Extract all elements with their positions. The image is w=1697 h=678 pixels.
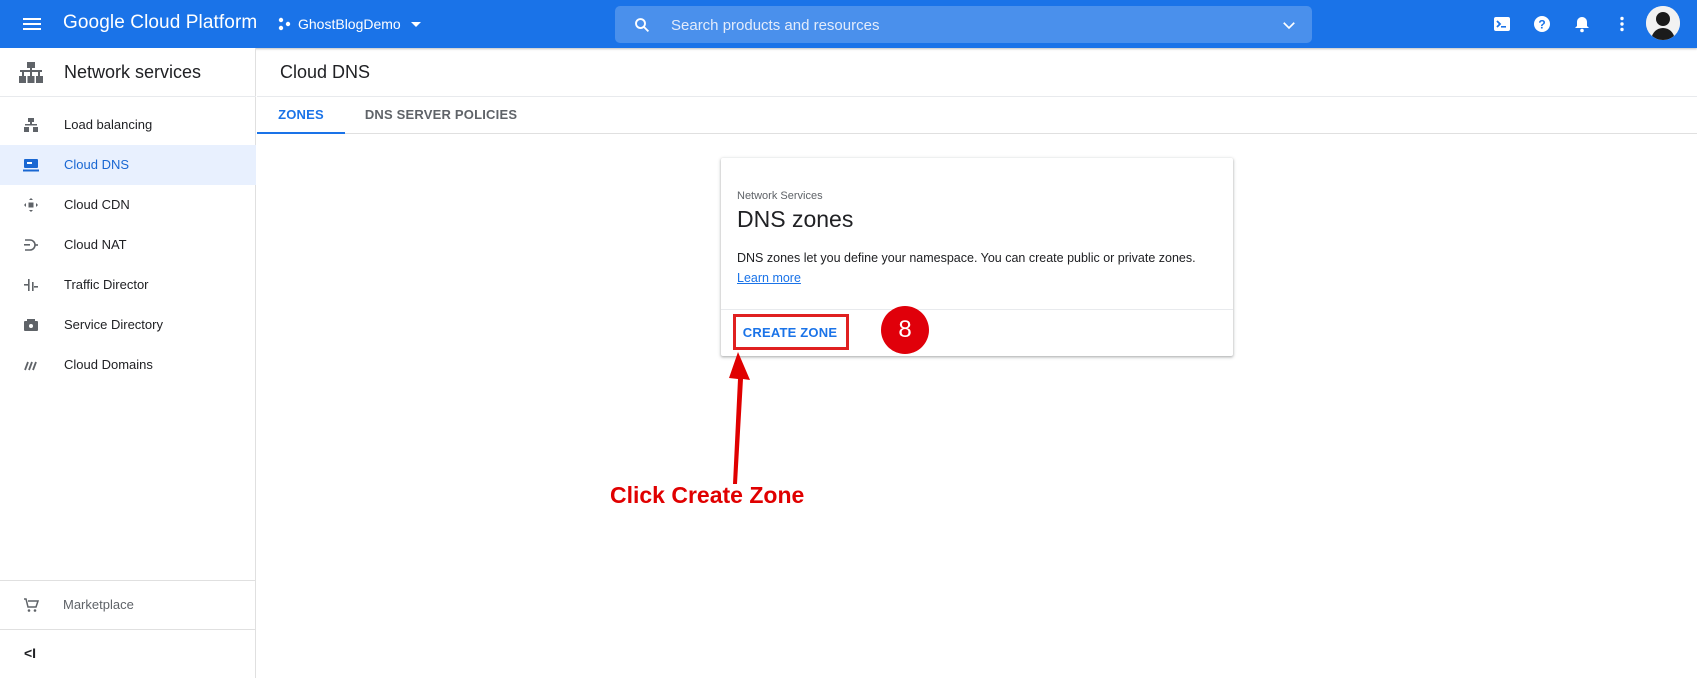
collapse-sidebar-button[interactable]: <I — [0, 629, 256, 678]
card-description: DNS zones let you define your namespace.… — [737, 251, 1196, 265]
search-bar[interactable] — [615, 6, 1312, 43]
load-balancing-icon — [24, 118, 38, 132]
cdn-icon — [24, 198, 38, 212]
expand-icon[interactable] — [1280, 16, 1298, 34]
chevron-down-icon — [410, 21, 421, 27]
project-name: GhostBlogDemo — [298, 16, 401, 32]
card-eyebrow: Network Services — [737, 190, 823, 202]
sidebar-item-label: Marketplace — [63, 597, 134, 612]
avatar[interactable] — [1646, 6, 1680, 40]
sidebar-item-marketplace[interactable]: Marketplace — [0, 580, 256, 628]
service-directory-icon — [24, 319, 38, 331]
sidebar-title: Network services — [64, 62, 202, 82]
annotation-text: Click Create Zone — [610, 482, 805, 508]
menu-icon[interactable] — [20, 12, 44, 36]
search-input[interactable] — [671, 14, 1231, 36]
sidebar-item-cloud-domains[interactable]: Cloud Domains — [0, 345, 256, 385]
sidebar-item-load-balancing[interactable]: Load balancing — [0, 105, 256, 145]
page-header: Cloud DNS — [257, 48, 1697, 97]
dns-icon — [23, 159, 39, 172]
annotation-arrow — [729, 352, 750, 484]
svg-text:?: ? — [1538, 18, 1545, 32]
help-icon[interactable]: ? — [1529, 11, 1555, 37]
sidebar-item-label: Cloud DNS — [64, 157, 130, 172]
sidebar-item-label: Service Directory — [64, 317, 163, 332]
sidebar-item-service-directory[interactable]: Service Directory — [0, 305, 256, 345]
project-selector[interactable]: GhostBlogDemo — [278, 14, 421, 34]
sidebar-item-label: Load balancing — [64, 117, 153, 132]
search-icon — [635, 18, 650, 33]
traffic-director-icon — [24, 279, 38, 291]
learn-more-link[interactable]: Learn more — [737, 271, 801, 285]
sidebar-item-label: Cloud Domains — [64, 357, 153, 372]
sidebar-header: Network services — [0, 48, 256, 97]
cart-icon — [24, 598, 39, 612]
more-vert-icon[interactable] — [1609, 11, 1635, 37]
card-title: DNS zones — [737, 206, 854, 232]
sidebar-item-cloud-cdn[interactable]: Cloud CDN — [0, 185, 256, 225]
page-title: Cloud DNS — [280, 62, 371, 82]
terminal-icon[interactable] — [1489, 11, 1515, 37]
sidebar-item-traffic-director[interactable]: Traffic Director — [0, 265, 256, 305]
highlight-box — [733, 314, 849, 350]
notifications-icon[interactable] — [1569, 11, 1595, 37]
domains-icon — [24, 361, 37, 371]
nat-icon — [24, 239, 38, 251]
sidebar-item-cloud-dns[interactable]: Cloud DNS — [0, 145, 256, 185]
tab-bar: ZONES DNS SERVER POLICIES — [257, 97, 1697, 134]
sidebar-item-label: Cloud CDN — [64, 197, 130, 212]
sidebar-item-cloud-nat[interactable]: Cloud NAT — [0, 225, 256, 265]
sidebar-item-label: Cloud NAT — [64, 237, 127, 252]
top-app-bar: Google Cloud Platform GhostBlogDemo ? — [0, 0, 1697, 48]
project-icon — [278, 17, 291, 31]
sidebar-item-label: Traffic Director — [64, 277, 149, 292]
step-badge: 8 — [881, 306, 929, 354]
tab-dns-server-policies[interactable]: DNS SERVER POLICIES — [358, 97, 524, 134]
card-divider — [721, 309, 1233, 310]
sidebar: Network services Load balancing Cloud DN… — [0, 48, 256, 678]
tab-zones[interactable]: ZONES — [257, 97, 345, 134]
collapse-icon: <I — [24, 645, 37, 661]
network-services-icon — [19, 62, 43, 83]
app-title[interactable]: Google Cloud Platform — [63, 12, 257, 34]
